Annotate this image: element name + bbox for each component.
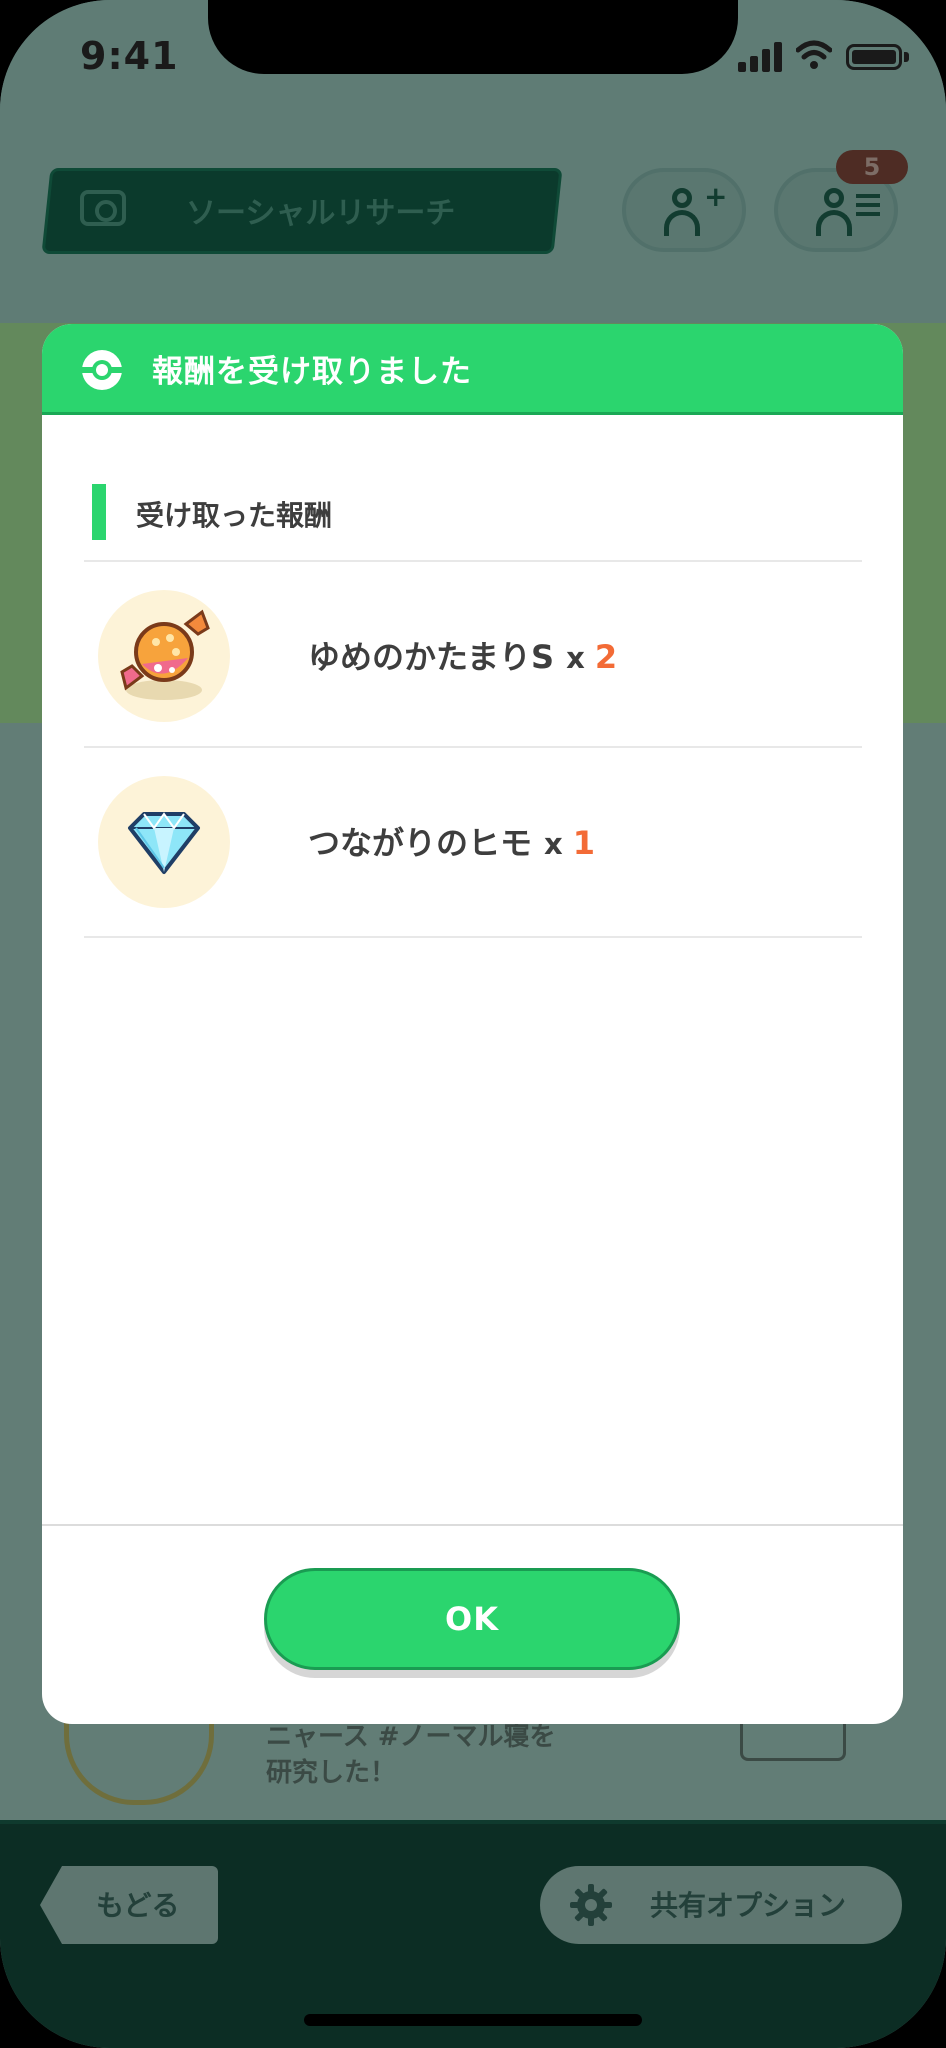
battery-icon — [846, 44, 902, 70]
reward-multiplier: x — [566, 641, 585, 675]
reward-item: つながりのヒモ x 1 — [308, 818, 595, 864]
reward-row: ゆめのかたまりS x 2 — [84, 560, 862, 746]
reward-count: 1 — [572, 824, 595, 862]
social-research-label: ソーシャルリサーチ — [186, 196, 456, 231]
camera-icon — [80, 190, 126, 226]
reward-name: ゆめのかたまりS — [308, 638, 555, 676]
person-icon — [814, 188, 854, 238]
diamond-icon — [128, 812, 200, 874]
footer-divider — [42, 1524, 903, 1526]
share-options-label: 共有オプション — [650, 1889, 847, 1922]
dialog-title: 報酬を受け取りました — [152, 354, 472, 390]
device-notch — [208, 0, 738, 74]
section-heading: 受け取った報酬 — [136, 499, 333, 532]
reward-icon-frame — [98, 776, 230, 908]
status-time: 9:41 — [80, 34, 179, 78]
battery-tip — [904, 52, 909, 62]
section-accent-bar — [92, 484, 106, 540]
list-item-text: 研究した！ — [266, 1758, 397, 1788]
dialog-header: 報酬を受け取りました — [42, 324, 903, 415]
status-bar: 9:41 — [0, 0, 946, 120]
list-icon — [856, 194, 880, 218]
pokeball-icon — [80, 350, 124, 390]
share-options-button[interactable]: 共有オプション — [540, 1866, 902, 1944]
reward-name: つながりのヒモ — [308, 824, 533, 862]
back-button-label: もどる — [96, 1889, 180, 1922]
social-research-button[interactable]: ソーシャルリサーチ — [46, 168, 552, 248]
reward-row: つながりのヒモ x 1 — [84, 746, 862, 932]
gear-icon — [570, 1884, 612, 1926]
ok-button[interactable]: OK — [264, 1568, 680, 1670]
reward-multiplier: x — [544, 827, 563, 861]
plus-icon: + — [704, 180, 728, 213]
candy-icon — [120, 609, 210, 700]
phone-screen: 9:41 ソーシャルリサーチ + 5 ニャース #ノーマル寝を 研究した！ もど — [0, 0, 946, 2048]
reward-item: ゆめのかたまりS x 2 — [308, 632, 617, 678]
add-friend-button[interactable]: + — [622, 168, 746, 252]
signal-icon — [738, 42, 782, 72]
notification-badge: 5 — [836, 150, 908, 184]
home-indicator — [304, 2014, 642, 2026]
person-icon — [662, 188, 702, 238]
reward-dialog: 報酬を受け取りました 受け取った報酬 ゆめのかたまりS x 2 つながりのヒモ … — [42, 324, 903, 1724]
reward-count: 2 — [594, 638, 618, 676]
reward-icon-frame — [98, 590, 230, 722]
wifi-icon — [796, 40, 832, 69]
divider — [84, 936, 862, 938]
